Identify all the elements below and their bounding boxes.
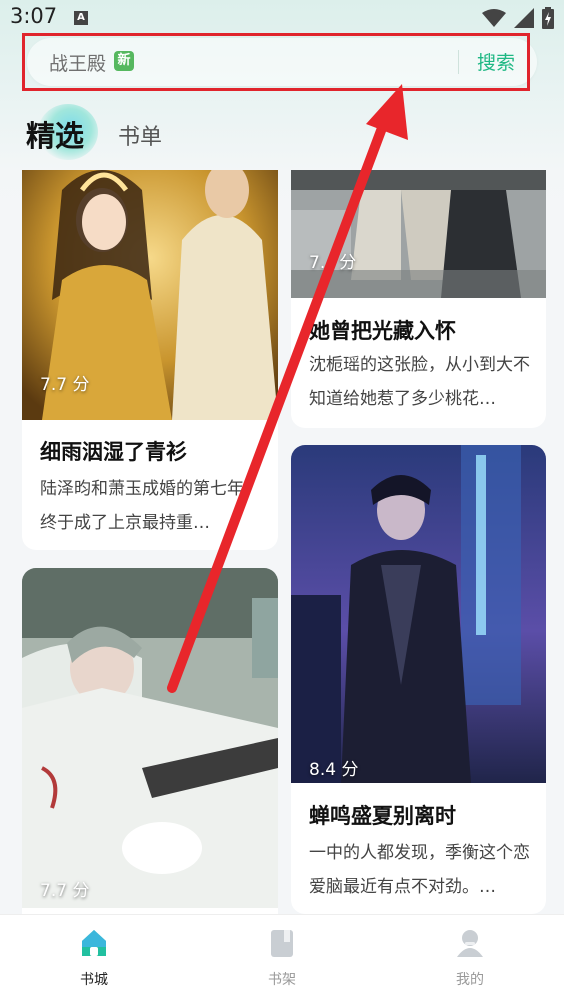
nav-label: 书架 xyxy=(268,972,296,988)
nav-label: 书城 xyxy=(80,972,108,988)
book-card[interactable]: 8.4 分 蝉鸣盛夏别离时 一中的人都发现，季衡这个恋爱脑最近有点不对劲。… xyxy=(291,445,546,914)
book-cover-image xyxy=(291,445,546,783)
book-card[interactable]: 7.7 分 细雨洇湿了青衫 陆泽昀和萧玉成婚的第七年，终于成了上京最持重… xyxy=(22,170,278,550)
wifi-icon xyxy=(482,9,506,27)
book-description: 陆泽昀和萧玉成婚的第七年，终于成了上京最持重… xyxy=(40,479,261,533)
nav-label: 我的 xyxy=(456,972,484,988)
highlight-frame xyxy=(22,33,530,91)
book-score: 7. 分 xyxy=(309,253,357,273)
signal-icon xyxy=(514,8,534,28)
book-card[interactable]: 7.7 分 xyxy=(22,568,278,914)
tab-booklist[interactable]: 书单 xyxy=(118,119,162,151)
bottom-navigation: 书城 书架 我的 xyxy=(0,914,564,1004)
status-icons xyxy=(482,7,554,29)
status-time: 3:07 xyxy=(10,4,58,28)
profile-icon xyxy=(457,930,483,957)
nav-bookshelf[interactable]: 书架 xyxy=(232,915,332,1004)
app-screen: 3:07 A 战王殿 新 搜索 精选 书单 7.7 分 细雨洇湿了青衫 陆泽昀和… xyxy=(0,0,564,1004)
book-title: 她曾把光藏入怀 xyxy=(309,319,456,343)
battery-icon xyxy=(542,7,554,29)
book-cover-image xyxy=(22,568,278,908)
book-description: 沈栀瑶的这张脸，从小到大不知道给她惹了多少桃花… xyxy=(309,355,530,409)
bookshelf-icon xyxy=(271,930,293,957)
book-score: 8.4 分 xyxy=(309,760,359,780)
book-cover-image xyxy=(291,170,546,298)
book-description: 一中的人都发现，季衡这个恋爱脑最近有点不对劲。… xyxy=(309,843,530,897)
book-feed: 7.7 分 细雨洇湿了青衫 陆泽昀和萧玉成婚的第七年，终于成了上京最持重… 7.… xyxy=(0,170,564,914)
book-score: 7.7 分 xyxy=(40,375,90,395)
book-card[interactable]: 7. 分 她曾把光藏入怀 沈栀瑶的这张脸，从小到大不知道给她惹了多少桃花… xyxy=(291,170,546,428)
notification-icon: A xyxy=(74,11,88,25)
book-title: 蝉鸣盛夏别离时 xyxy=(309,804,456,828)
nav-profile[interactable]: 我的 xyxy=(420,915,520,1004)
home-icon xyxy=(82,930,106,956)
book-score: 7.7 分 xyxy=(40,881,90,901)
tab-featured[interactable]: 精选 xyxy=(26,113,84,155)
nav-bookstore[interactable]: 书城 xyxy=(44,915,144,1004)
status-bar: 3:07 A xyxy=(0,0,564,36)
book-title: 细雨洇湿了青衫 xyxy=(40,440,187,464)
